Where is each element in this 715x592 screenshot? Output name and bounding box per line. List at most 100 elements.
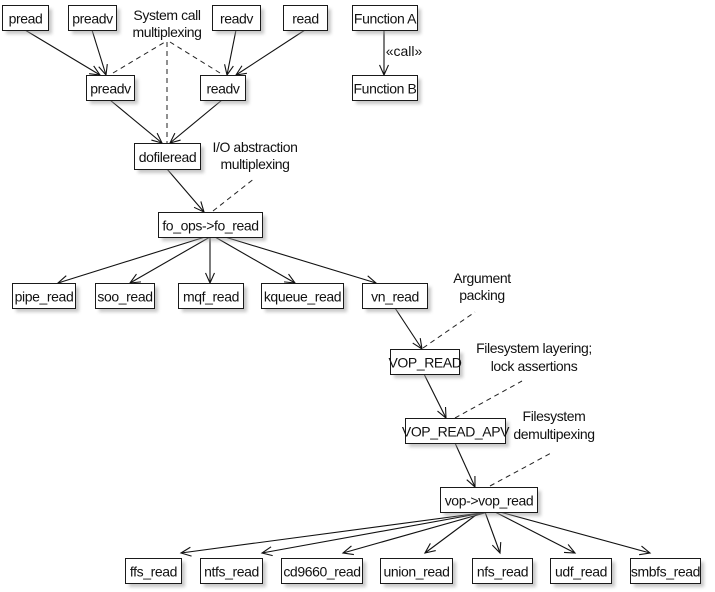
edge-vop-vop-read-to-ffs-read bbox=[179, 511, 489, 557]
node-pread: pread bbox=[2, 5, 52, 34]
function-nodes: pread preadv readv read preadv readv dofilerea… bbox=[2, 5, 704, 587]
edge-fo-read-to-pipe-read bbox=[56, 236, 206, 285]
annotation-syscall-mux: System callmultiplexing bbox=[132, 7, 202, 40]
annotation-line: multiplexing bbox=[132, 24, 201, 40]
annotation-arg-packing: Argumentpacking bbox=[453, 270, 511, 303]
edge-line bbox=[454, 442, 476, 488]
demux-leader bbox=[489, 451, 554, 487]
edge-readv-to-dofileread bbox=[168, 99, 223, 144]
node-soo-read: soo_read bbox=[95, 283, 158, 312]
annotation-fs-layering: Filesystem layering; lock assertions bbox=[476, 340, 592, 374]
arrowhead bbox=[284, 273, 297, 284]
node-read: read bbox=[283, 5, 331, 34]
annotation-fs-demux: Filesystem demultipexing bbox=[513, 408, 595, 442]
annotation-line: Filesystem bbox=[523, 408, 586, 424]
edge-line bbox=[129, 236, 211, 284]
edge-preadv-top-to-preadv bbox=[91, 29, 108, 77]
edge-fo-read-to-kqueue-read bbox=[214, 236, 297, 284]
edge-vop-vop-read-to-nfs-read bbox=[484, 511, 502, 555]
node-nfs-read: nfs_read bbox=[472, 558, 536, 587]
node-ffs-read: ffs_read bbox=[125, 558, 185, 587]
node-label: readv bbox=[220, 11, 253, 27]
edge-readv-top-to-readv bbox=[224, 29, 237, 77]
annotation-line: demultipexing bbox=[513, 426, 594, 442]
annotation-io-mux: I/O abstractionmultiplexing bbox=[212, 139, 297, 172]
edge-vn-read-to-vop-read bbox=[394, 307, 423, 351]
node-label: nfs_read bbox=[477, 564, 528, 580]
node-label: dofileread bbox=[139, 149, 197, 165]
node-label: Function A bbox=[354, 11, 417, 27]
node-vop-read: VOP_READ bbox=[388, 349, 463, 378]
node-label: union_read bbox=[383, 564, 449, 580]
node-label: ntfs_read bbox=[204, 564, 259, 580]
edge-line bbox=[484, 511, 501, 554]
edge-line bbox=[499, 511, 651, 554]
arg-leader bbox=[422, 311, 476, 349]
node-udf-read: udf_read bbox=[550, 558, 615, 587]
syscall-leader-right bbox=[169, 41, 221, 74]
annotation-line: lock assertions bbox=[491, 358, 578, 374]
edge-vop-read-to-vop-read-apv bbox=[423, 373, 447, 420]
node-label: cd9660_read bbox=[283, 564, 360, 580]
node-label: fo_ops->fo_read bbox=[162, 218, 258, 234]
node-kqueue-read: kqueue_read bbox=[261, 283, 347, 312]
node-readv-top: readv bbox=[212, 5, 264, 34]
edge-line bbox=[494, 511, 576, 554]
node-preadv: preadv bbox=[86, 75, 138, 104]
annotation-line: packing bbox=[459, 287, 504, 303]
edge-line bbox=[423, 373, 447, 419]
node-pipe-read: pipe_read bbox=[12, 283, 79, 312]
edge-vop-vop-read-to-udf-read bbox=[494, 511, 577, 554]
node-label: vn_read bbox=[371, 289, 419, 305]
layering-leader bbox=[454, 380, 523, 419]
edge-line bbox=[169, 99, 223, 144]
edge-vop-read-apv-to-vop-vop-read bbox=[454, 442, 476, 489]
node-label: soo_read bbox=[97, 289, 152, 305]
edge-read-to-readv bbox=[234, 29, 306, 76]
node-label: ffs_read bbox=[130, 564, 177, 580]
node-function-a: Function A bbox=[352, 5, 421, 34]
node-smbfs-read: smbfs_read bbox=[630, 558, 704, 587]
node-label: smbfs_read bbox=[631, 564, 700, 580]
node-union-read: union_read bbox=[380, 558, 456, 587]
edge-preadv-to-dofileread bbox=[109, 99, 164, 144]
node-vn-read: vn_read bbox=[362, 283, 431, 312]
edge-line bbox=[214, 236, 296, 284]
node-label: pipe_read bbox=[15, 289, 74, 305]
edge-line bbox=[342, 511, 489, 554]
edge-line bbox=[24, 29, 101, 76]
edge-fo-read-to-vn-read bbox=[224, 236, 378, 285]
node-label: udf_read bbox=[555, 564, 607, 580]
edge-line bbox=[180, 511, 489, 554]
io-leader bbox=[212, 177, 256, 212]
annotation-line: multiplexing bbox=[220, 156, 289, 172]
edge-vop-vop-read-to-ntfs-read bbox=[260, 511, 489, 557]
edge-line bbox=[166, 168, 205, 213]
node-label: Function B bbox=[354, 81, 417, 97]
edge-vop-vop-read-to-cd9660-read bbox=[341, 511, 489, 556]
node-label: pread bbox=[9, 11, 43, 27]
node-cd9660-read: cd9660_read bbox=[281, 558, 366, 587]
edge-line bbox=[261, 511, 489, 554]
node-mqf-read: mqf_read bbox=[178, 283, 247, 312]
node-label: preadv bbox=[72, 11, 113, 27]
edge-fo-read-to-mqf-read bbox=[205, 237, 215, 285]
edge-dofileread-to-fo-read bbox=[166, 168, 205, 214]
node-label: VOP_READ_APV bbox=[402, 424, 510, 440]
node-label: vop->vop_read bbox=[445, 493, 534, 509]
node-label: read bbox=[292, 11, 318, 27]
annotation-line: Argument bbox=[453, 270, 511, 286]
arrowhead bbox=[128, 273, 141, 284]
node-function-b: Function B bbox=[352, 75, 421, 104]
edge-line bbox=[224, 236, 377, 284]
node-label: preadv bbox=[90, 81, 131, 97]
annotation-line: System call bbox=[133, 7, 200, 23]
edge-pread-to-preadv bbox=[24, 29, 102, 76]
syscall-leader-left bbox=[112, 41, 166, 74]
node-preadv-top: preadv bbox=[68, 5, 120, 34]
annotation-line: Filesystem layering; bbox=[476, 340, 592, 356]
node-dofileread: dofileread bbox=[134, 143, 204, 173]
node-readv: readv bbox=[200, 75, 249, 104]
edge-line bbox=[235, 29, 306, 76]
edge-line bbox=[109, 99, 163, 144]
